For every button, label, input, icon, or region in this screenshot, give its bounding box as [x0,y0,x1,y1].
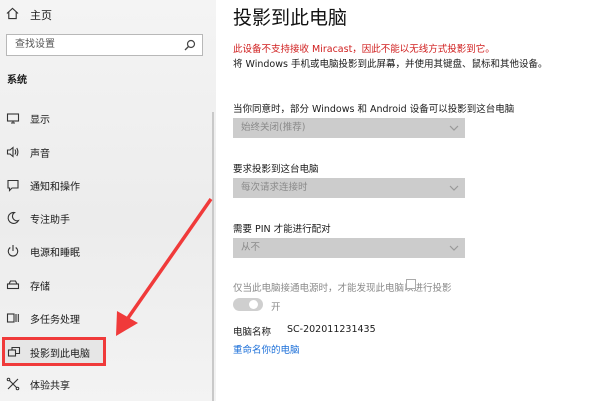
availability-label: 当你同意时，部分 Windows 和 Android 设备可以投影到这台电脑 [233,104,515,115]
sidebar-item-label: 声音 [30,149,50,160]
toggle-knob [249,300,258,309]
ask-to-project-label: 要求投影到这台电脑 [233,164,319,175]
discoverable-toggle[interactable] [233,298,263,311]
power-only-label: 仅当此电脑接通电源时，才能发现此电脑以进行投影 [233,283,452,294]
miracast-warning: 此设备不支持接收 Miracast，因此不能以无线方式投影到它。 [233,44,495,55]
sidebar-item-focus-assist[interactable]: 专注助手 [0,205,210,231]
ask-to-project-dropdown[interactable]: 每次请求连接时 [233,178,465,198]
pc-name-label: 电脑名称 [233,327,272,338]
page-title: 投影到此电脑 [233,7,348,29]
sidebar-item-label: 体验共享 [30,381,70,392]
home-item[interactable]: 主页 [0,0,216,30]
pc-name-value: SC-202011231435 [287,324,376,335]
pin-dropdown[interactable]: 从不 [233,238,465,258]
sidebar-item-project-to-pc[interactable]: 投影到此电脑 [2,337,106,366]
ask-to-project-value: 每次请求连接时 [241,182,308,193]
rename-pc-link[interactable]: 重命名你的电脑 [233,342,300,356]
sidebar-item-power-sleep[interactable]: 电源和睡眠 [0,238,210,264]
moon-icon [7,211,20,224]
sidebar-item-label: 专注助手 [30,215,70,226]
pin-label: 需要 PIN 才能进行配对 [233,224,331,235]
multitask-icon [6,313,19,323]
notification-icon [7,179,19,192]
sidebar-item-label: 电源和睡眠 [30,248,80,259]
sidebar-item-sound[interactable]: 声音 [0,139,210,165]
sidebar-item-notifications[interactable]: 通知和操作 [0,172,210,198]
sidebar-item-storage[interactable]: 存储 [0,272,210,298]
sidebar-item-display[interactable]: 显示 [0,105,210,131]
pin-value: 从不 [241,242,261,253]
display-icon [6,113,20,124]
chevron-down-icon [449,125,459,131]
project-icon [7,346,21,357]
search-placeholder: 查找设置 [15,39,55,50]
storage-icon [6,280,20,290]
search-icon [184,39,196,51]
power-only-checkbox[interactable] [406,279,416,289]
home-label: 主页 [30,9,52,22]
sidebar-item-label: 通知和操作 [30,182,80,193]
home-icon [6,7,19,20]
sidebar-item-label: 投影到此电脑 [30,349,90,360]
toggle-state-label: 开 [271,302,281,313]
page-description: 将 Windows 手机或电脑投影到此屏幕，并使用其键盘、鼠标和其他设备。 [233,59,548,70]
chevron-down-icon [449,185,459,191]
sidebar-item-shared-experiences[interactable]: 体验共享 [0,371,210,397]
search-input[interactable]: 查找设置 [6,34,203,56]
sidebar-item-label: 显示 [30,115,50,126]
sidebar-item-label: 存储 [30,282,50,293]
sidebar-scrollbar[interactable] [212,112,214,401]
share-icon [6,377,20,391]
section-title: 系统 [7,75,27,86]
speaker-icon [6,146,19,158]
availability-dropdown[interactable]: 始终关闭(推荐) [233,118,465,138]
sidebar: 主页 查找设置 系统 显示 声音 通知和操作 专注助手 电源和睡眠 存储 多任务… [0,0,216,401]
power-icon [7,245,19,257]
chevron-down-icon [449,245,459,251]
sidebar-item-multitasking[interactable]: 多任务处理 [0,305,210,331]
main-content: 投影到此电脑 此设备不支持接收 Miracast，因此不能以无线方式投影到它。 … [216,0,600,401]
sidebar-item-label: 多任务处理 [30,315,80,326]
availability-value: 始终关闭(推荐) [241,122,306,133]
